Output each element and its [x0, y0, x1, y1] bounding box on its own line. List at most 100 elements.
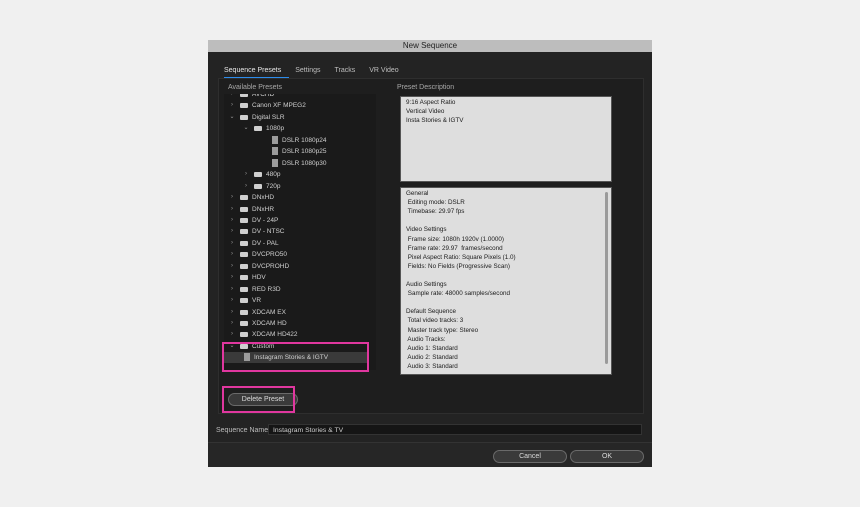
preset-folder[interactable]: › XDCAM HD [224, 318, 368, 329]
preset-folder[interactable]: › RED R3D [224, 284, 368, 295]
preset-folder[interactable]: ⌄ Digital SLR [224, 112, 368, 123]
folder-icon [240, 195, 248, 201]
preset-folder[interactable]: › XDCAM EX [224, 307, 368, 318]
chevron-right-icon[interactable]: › [228, 100, 236, 111]
preset-description-heading: Preset Description [397, 84, 455, 91]
detail-line: Audio Settings [406, 281, 447, 288]
detail-line: Frame size: 1080h 1920v (1.0000) [406, 235, 505, 243]
preset-label: DVCPRO50 [252, 251, 288, 259]
preset-file-icon [272, 147, 278, 156]
preset-label: DSLR 1080p25 [282, 148, 327, 156]
detail-line: Editing mode: DSLR [406, 199, 465, 207]
detail-line: General [406, 190, 429, 197]
preset-folder[interactable]: › DV - 24P [224, 215, 368, 226]
chevron-down-icon[interactable]: ⌄ [228, 112, 236, 123]
folder-icon [240, 263, 248, 269]
preset-label: AVCHD [252, 94, 275, 98]
preset-folder[interactable]: › DV - PAL [224, 238, 368, 249]
detail-line: Frame rate: 29.97 frames/second [406, 244, 503, 252]
folder-icon [240, 309, 248, 315]
details-scrollbar[interactable] [605, 192, 608, 364]
presets-tree[interactable]: › AVCHD › Canon XF MPEG2 ⌄ Digital SLR ⌄ 1080p D… [224, 94, 376, 370]
chevron-right-icon[interactable]: › [228, 307, 236, 318]
chevron-right-icon[interactable]: › [228, 238, 236, 249]
chevron-right-icon[interactable]: › [228, 261, 236, 272]
folder-icon [240, 332, 248, 338]
folder-icon [240, 252, 248, 258]
preset-file-icon [272, 135, 278, 144]
preset-folder[interactable]: › DVCPROHD [224, 261, 368, 272]
folder-icon [254, 126, 262, 132]
available-presets-heading: Available Presets [228, 84, 282, 91]
ok-button[interactable]: OK [570, 450, 644, 463]
preset-label: XDCAM EX [252, 308, 286, 316]
folder-icon [240, 103, 248, 109]
preset-file-icon [272, 158, 278, 167]
preset-item[interactable]: DSLR 1080p25 [224, 146, 368, 157]
chevron-right-icon[interactable]: › [228, 295, 236, 306]
chevron-right-icon[interactable]: › [228, 249, 236, 260]
preset-folder[interactable]: › 720p [224, 181, 368, 192]
preset-label: DV - PAL [252, 239, 279, 247]
preset-folder[interactable]: ⌄ 1080p [224, 123, 368, 134]
chevron-right-icon[interactable]: › [228, 272, 236, 283]
folder-icon [254, 183, 262, 189]
preset-label: 480p [266, 171, 281, 179]
preset-details-box[interactable]: General Editing mode: DSLR Timebase: 29.… [400, 187, 612, 375]
preset-label: RED R3D [252, 285, 281, 293]
preset-label: VR [252, 297, 262, 305]
preset-folder[interactable]: › 480p [224, 169, 368, 180]
preset-folder[interactable]: › DVCPRO50 [224, 249, 368, 260]
summary-line: Insta Stories & IGTV [406, 117, 464, 124]
preset-label: XDCAM HD [252, 320, 287, 327]
preset-label: DSLR 1080p30 [282, 159, 327, 167]
preset-label: DVCPROHD [252, 262, 290, 270]
preset-folder[interactable]: › HDV [224, 272, 368, 283]
preset-label: 1080p [266, 125, 285, 133]
preset-folder[interactable]: › AVCHD [224, 94, 368, 100]
summary-line: Vertical Video [406, 108, 445, 115]
preset-item[interactable]: DSLR 1080p24 [224, 135, 368, 146]
chevron-right-icon[interactable]: › [228, 284, 236, 295]
preset-folder[interactable]: › Canon XF MPEG2 [224, 100, 368, 111]
tab-bar: Sequence Presets Settings Tracks VR Vide… [224, 64, 413, 78]
preset-label: Canon XF MPEG2 [252, 102, 306, 110]
chevron-right-icon[interactable]: › [228, 204, 236, 215]
preset-folder[interactable]: › XDCAM HD422 [224, 329, 368, 340]
tab-settings[interactable]: Settings [295, 64, 328, 78]
chevron-right-icon[interactable]: › [228, 94, 236, 100]
folder-icon [240, 298, 248, 304]
preset-folder[interactable]: › DNxHD [224, 192, 368, 203]
folder-icon [240, 114, 248, 120]
detail-line: Sample rate: 48000 samples/second [406, 290, 510, 298]
preset-label: DV - 24P [252, 216, 279, 224]
summary-line: 9:16 Aspect Ratio [406, 99, 456, 106]
chevron-down-icon[interactable]: ⌄ [242, 123, 250, 134]
detail-line: Fields: No Fields (Progressive Scan) [406, 262, 510, 270]
tab-vr-video[interactable]: VR Video [369, 64, 406, 78]
sequence-name-label: Sequence Name: [216, 427, 271, 434]
preset-folder[interactable]: › VR [224, 295, 368, 306]
detail-line: Audio 2: Standard [406, 353, 458, 361]
chevron-right-icon[interactable]: › [228, 192, 236, 203]
detail-line: Video Settings [406, 226, 447, 234]
cancel-button[interactable]: Cancel [493, 450, 567, 463]
sequence-name-input[interactable]: Instagram Stories & TV [268, 424, 642, 435]
preset-item[interactable]: DSLR 1080p30 [224, 158, 368, 169]
preset-label: XDCAM HD422 [252, 331, 298, 339]
chevron-right-icon[interactable]: › [228, 226, 236, 237]
folder-icon [240, 206, 248, 212]
preset-folder[interactable]: › DV - NTSC [224, 226, 368, 237]
chevron-right-icon[interactable]: › [228, 329, 236, 340]
chevron-right-icon[interactable]: › [228, 215, 236, 226]
folder-icon [240, 94, 248, 97]
tab-sequence-presets[interactable]: Sequence Presets [224, 64, 290, 78]
highlight-delete-preset [222, 386, 295, 413]
preset-folder[interactable]: › DNxHR [224, 204, 368, 215]
chevron-right-icon[interactable]: › [228, 318, 236, 329]
chevron-right-icon[interactable]: › [242, 169, 250, 180]
preset-summary-box: 9:16 Aspect Ratio Vertical Video Insta Sto… [400, 96, 612, 182]
tab-tracks[interactable]: Tracks [335, 64, 364, 78]
chevron-right-icon[interactable]: › [242, 181, 250, 192]
detail-line: Master track type: Stereo [406, 326, 479, 334]
